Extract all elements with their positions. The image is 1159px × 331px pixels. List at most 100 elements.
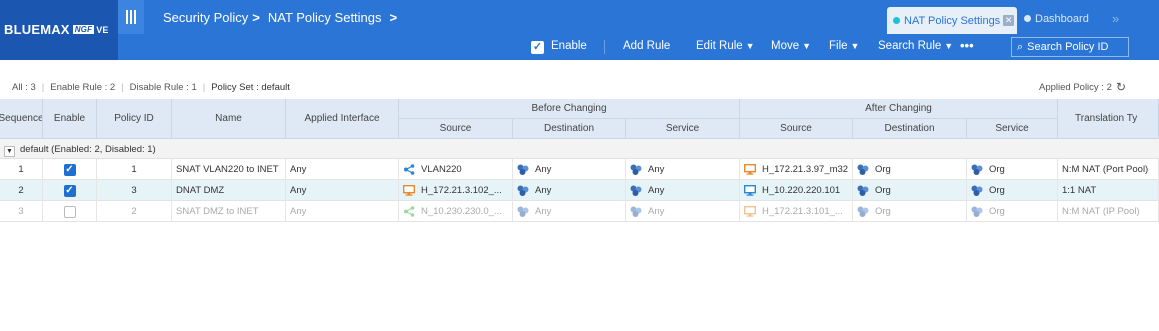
network-share-icon [403, 164, 415, 175]
cell-policy-id[interactable]: 2 [97, 201, 172, 222]
cell-name-text: DNAT DMZ [176, 185, 225, 196]
column-header-after-source[interactable]: Source [740, 119, 853, 139]
cell-sequence[interactable]: 2 [0, 180, 43, 201]
cell-before-service[interactable]: Any [626, 201, 740, 222]
cell-policy-id[interactable]: 3 [97, 180, 172, 201]
summary-disable-rule: Disable Rule : 1 [129, 82, 197, 93]
cell-name-text: SNAT VLAN220 to INET [176, 164, 279, 175]
table-row[interactable]: 2 ✓ 3 DNAT DMZ Any H_172.21.3.102_... Any Any H_… [0, 180, 1159, 201]
column-header-name[interactable]: Name [172, 99, 286, 139]
chevron-right-icon: > [252, 10, 260, 25]
search-policy-placeholder: Search Policy ID [1027, 41, 1109, 53]
cell-after-destination-text: Org [875, 206, 891, 217]
table-row[interactable]: 1 ✓ 1 SNAT VLAN220 to INET Any VLAN220 Any Any H… [0, 159, 1159, 180]
cell-after-source[interactable]: H_10.220.220.101 [740, 180, 853, 201]
cell-applied-interface-text: Any [290, 164, 307, 175]
breadcrumb: Security Policy > NAT Policy Settings > [163, 10, 405, 25]
breadcrumb-item[interactable]: Security Policy [163, 10, 248, 25]
cell-after-service[interactable]: Org [967, 159, 1058, 180]
breadcrumb-item[interactable]: NAT Policy Settings [268, 10, 382, 25]
cell-after-destination[interactable]: Org [853, 180, 967, 201]
tab-status-dot [1024, 15, 1031, 22]
column-header-before-source[interactable]: Source [399, 119, 513, 139]
column-header-enable[interactable]: Enable [43, 99, 97, 139]
row-enable-checkbox[interactable]: ✓ [63, 184, 76, 197]
cell-before-destination[interactable]: Any [513, 201, 626, 222]
row-enable-checkbox[interactable] [63, 205, 76, 218]
cell-after-source[interactable]: H_172.21.3.97_m32 [740, 159, 853, 180]
cell-sequence[interactable]: 1 [0, 159, 43, 180]
column-header-applied-interface[interactable]: Applied Interface [286, 99, 399, 139]
summary-enable-rule: Enable Rule : 2 [50, 82, 116, 93]
cell-applied-interface[interactable]: Any [286, 180, 399, 201]
column-header-policy-id[interactable]: Policy ID [97, 99, 172, 139]
more-tabs-icon[interactable]: » [1112, 11, 1119, 26]
cell-before-destination[interactable]: Any [513, 180, 626, 201]
host-orange-icon [743, 205, 757, 217]
cell-before-service[interactable]: Any [626, 180, 740, 201]
enable-checkbox[interactable]: ✓ [531, 41, 544, 54]
search-policy-input[interactable]: ⌕ Search Policy ID [1011, 37, 1129, 57]
host-orange-icon [743, 163, 757, 175]
cell-before-destination-text: Any [535, 164, 552, 175]
cell-name[interactable]: SNAT DMZ to INET [172, 201, 286, 222]
cell-after-source[interactable]: H_172.21.3.101_... [740, 201, 853, 222]
cell-applied-interface[interactable]: Any [286, 201, 399, 222]
toolbar-divider [604, 40, 605, 54]
cell-after-service-text: Org [989, 206, 1005, 217]
cell-before-service[interactable]: Any [626, 159, 740, 180]
column-header-translation-type[interactable]: Translation Ty [1058, 99, 1159, 139]
brand-suffix: VE [96, 25, 109, 35]
cell-policy-id[interactable]: 1 [97, 159, 172, 180]
move-button[interactable]: Move ▼ [771, 40, 811, 52]
collapse-toggle-icon[interactable]: ▼ [4, 146, 15, 157]
cell-translation-type[interactable]: N:M NAT (IP Pool) [1058, 201, 1159, 222]
column-header-after-service[interactable]: Service [967, 119, 1058, 139]
column-header-before-service[interactable]: Service [626, 119, 740, 139]
any-object-icon [971, 164, 983, 175]
cell-before-source[interactable]: N_10.230.230.0_... [399, 201, 513, 222]
cell-before-destination[interactable]: Any [513, 159, 626, 180]
group-label: default (Enabled: 2, Disabled: 1) [20, 144, 156, 155]
cell-after-destination-text: Org [875, 185, 891, 196]
column-header-sequence[interactable]: Sequence [0, 99, 43, 139]
cell-after-source-text: H_172.21.3.97_m32 [762, 164, 849, 175]
cell-translation-type[interactable]: 1:1 NAT [1058, 180, 1159, 201]
row-enable-checkbox[interactable]: ✓ [63, 163, 76, 176]
cell-before-source[interactable]: VLAN220 [399, 159, 513, 180]
file-button[interactable]: File ▼ [829, 40, 859, 52]
tab-dashboard[interactable]: Dashboard [1024, 13, 1089, 25]
cell-after-destination[interactable]: Org [853, 201, 967, 222]
cell-name[interactable]: DNAT DMZ [172, 180, 286, 201]
cell-enable [43, 201, 97, 222]
menu-toggle-button[interactable] [118, 0, 144, 34]
policy-group-row[interactable]: ▼ default (Enabled: 2, Disabled: 1) [0, 139, 1159, 159]
cell-after-service[interactable]: Org [967, 180, 1058, 201]
refresh-icon[interactable]: ↻ [1116, 80, 1126, 94]
column-header-after-destination[interactable]: Destination [853, 119, 967, 139]
search-rule-button[interactable]: Search Rule ▼ [878, 40, 953, 52]
add-rule-button[interactable]: Add Rule [623, 40, 670, 52]
cell-after-service[interactable]: Org [967, 201, 1058, 222]
cell-translation-type[interactable]: N:M NAT (Port Pool) [1058, 159, 1159, 180]
cell-applied-interface[interactable]: Any [286, 159, 399, 180]
search-icon: ⌕ [1017, 41, 1024, 53]
column-header-before-destination[interactable]: Destination [513, 119, 626, 139]
cell-sequence[interactable]: 3 [0, 201, 43, 222]
cell-after-destination[interactable]: Org [853, 159, 967, 180]
close-icon[interactable]: ✕ [1003, 15, 1015, 26]
any-object-icon [517, 164, 529, 175]
edit-rule-label: Edit Rule [696, 40, 743, 52]
move-label: Move [771, 40, 800, 52]
table-row[interactable]: 3 2 SNAT DMZ to INET Any N_10.230.230.0_... A… [0, 201, 1159, 222]
any-object-icon [517, 185, 529, 196]
cell-after-service-text: Org [989, 164, 1005, 175]
more-options-icon[interactable]: ••• [960, 38, 974, 53]
cell-before-source[interactable]: H_172.21.3.102_... [399, 180, 513, 201]
edit-rule-button[interactable]: Edit Rule ▼ [696, 40, 755, 52]
cell-before-source-text: N_10.230.230.0_... [421, 206, 502, 217]
cell-sequence-text: 3 [18, 206, 24, 217]
tab-nat-policy-settings[interactable]: NAT Policy Settings ✕ [887, 7, 1017, 34]
chevron-down-icon: ▼ [745, 41, 755, 51]
cell-name[interactable]: SNAT VLAN220 to INET [172, 159, 286, 180]
